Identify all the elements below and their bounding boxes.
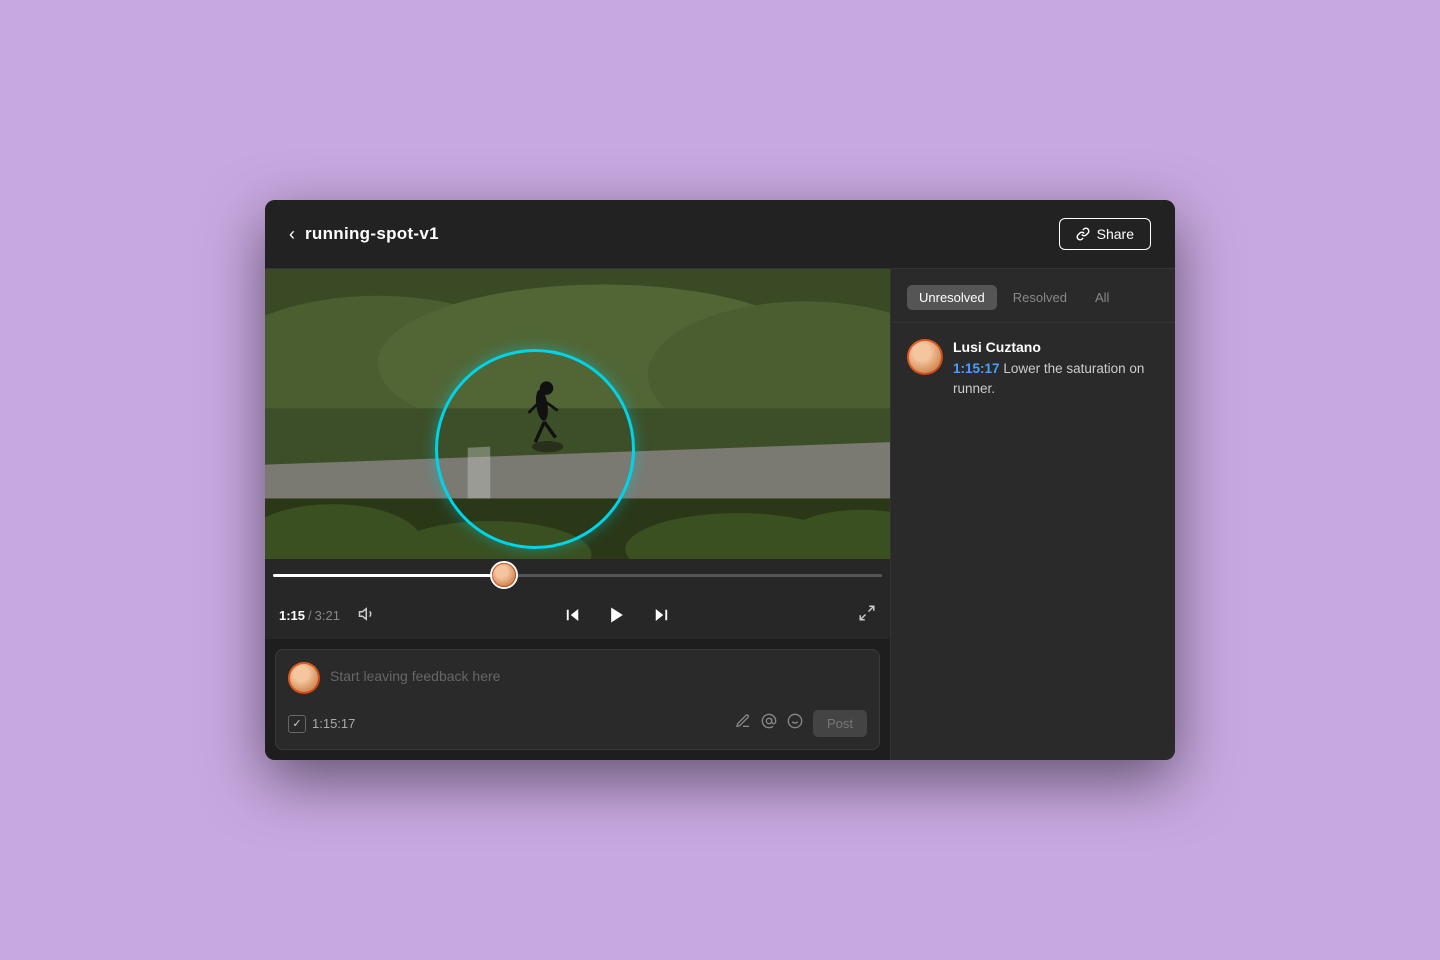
- checkmark-icon: ✓: [292, 717, 301, 730]
- tab-all[interactable]: All: [1083, 285, 1121, 310]
- timeline-container[interactable]: [265, 559, 890, 591]
- comment-placeholder-text[interactable]: Start leaving feedback here: [330, 662, 867, 684]
- commenter-avatar-inner: [290, 664, 318, 692]
- header-left: ‹ running-spot-v1: [289, 224, 439, 245]
- fullscreen-button[interactable]: [858, 604, 876, 627]
- commenter-avatar: [288, 662, 320, 694]
- share-button[interactable]: Share: [1059, 218, 1151, 250]
- rewind-button[interactable]: [559, 601, 587, 629]
- back-button[interactable]: ‹: [289, 224, 295, 245]
- header: ‹ running-spot-v1 Share: [265, 200, 1175, 269]
- comment-input-area[interactable]: Start leaving feedback here ✓ 1:15:17: [275, 649, 880, 750]
- forward-button[interactable]: [647, 601, 675, 629]
- timeline-marker-avatar: [492, 563, 516, 587]
- controls-center: [388, 601, 846, 629]
- video-frame: [265, 269, 890, 559]
- timeline-marker: [490, 561, 518, 589]
- mention-button[interactable]: [761, 713, 777, 734]
- play-button[interactable]: [603, 601, 631, 629]
- tab-unresolved[interactable]: Unresolved: [907, 285, 997, 310]
- right-panel: Unresolved Resolved All Lusi Cuztano 1:1…: [890, 269, 1175, 760]
- draw-icon: [735, 713, 751, 729]
- mention-icon: [761, 713, 777, 729]
- comment-timecode: 1:15:17: [953, 361, 1000, 376]
- time-total: 3:21: [315, 608, 340, 623]
- main-content: 1:15 / 3:21: [265, 269, 1175, 760]
- time-current: 1:15: [279, 608, 305, 623]
- comment-username: Lusi Cuztano: [953, 339, 1159, 355]
- comment-timestamp-area: ✓ 1:15:17: [288, 715, 355, 733]
- comment-body: Lusi Cuztano 1:15:17 Lower the saturatio…: [953, 339, 1159, 400]
- share-label: Share: [1097, 226, 1134, 242]
- comment-text: 1:15:17 Lower the saturation on runner.: [953, 359, 1159, 400]
- volume-button[interactable]: [358, 605, 376, 626]
- forward-icon: [652, 606, 670, 624]
- comment-user-avatar-inner: [909, 341, 941, 373]
- avatar-face: [493, 564, 515, 586]
- draw-button[interactable]: [735, 713, 751, 734]
- emoji-button[interactable]: [787, 713, 803, 734]
- link-icon: [1076, 227, 1090, 241]
- comment-user-avatar: [907, 339, 943, 375]
- time-separator: /: [308, 608, 312, 623]
- timestamp-label: 1:15:17: [312, 716, 355, 731]
- timestamp-checkbox[interactable]: ✓: [288, 715, 306, 733]
- comment-item: Lusi Cuztano 1:15:17 Lower the saturatio…: [907, 339, 1159, 400]
- comment-input-row: Start leaving feedback here: [288, 662, 867, 694]
- timeline-progress: [273, 574, 504, 577]
- app-window: ‹ running-spot-v1 Share: [265, 200, 1175, 760]
- video-container[interactable]: 1:15 / 3:21: [265, 269, 890, 639]
- page-title: running-spot-v1: [305, 224, 439, 244]
- comment-thread: Lusi Cuztano 1:15:17 Lower the saturatio…: [891, 323, 1175, 416]
- fullscreen-icon: [858, 604, 876, 622]
- time-display: 1:15 / 3:21: [279, 608, 340, 623]
- comment-tools: Post: [735, 710, 867, 737]
- emoji-icon: [787, 713, 803, 729]
- play-icon: [607, 605, 627, 625]
- controls-bar: 1:15 / 3:21: [265, 591, 890, 639]
- rewind-icon: [564, 606, 582, 624]
- tab-resolved[interactable]: Resolved: [1001, 285, 1079, 310]
- volume-icon: [358, 605, 376, 623]
- comment-footer: ✓ 1:15:17: [288, 710, 867, 737]
- annotation-circle: [435, 349, 635, 549]
- post-button[interactable]: Post: [813, 710, 867, 737]
- tab-bar: Unresolved Resolved All: [891, 269, 1175, 323]
- left-panel: 1:15 / 3:21: [265, 269, 890, 760]
- timeline-bar[interactable]: [273, 574, 882, 577]
